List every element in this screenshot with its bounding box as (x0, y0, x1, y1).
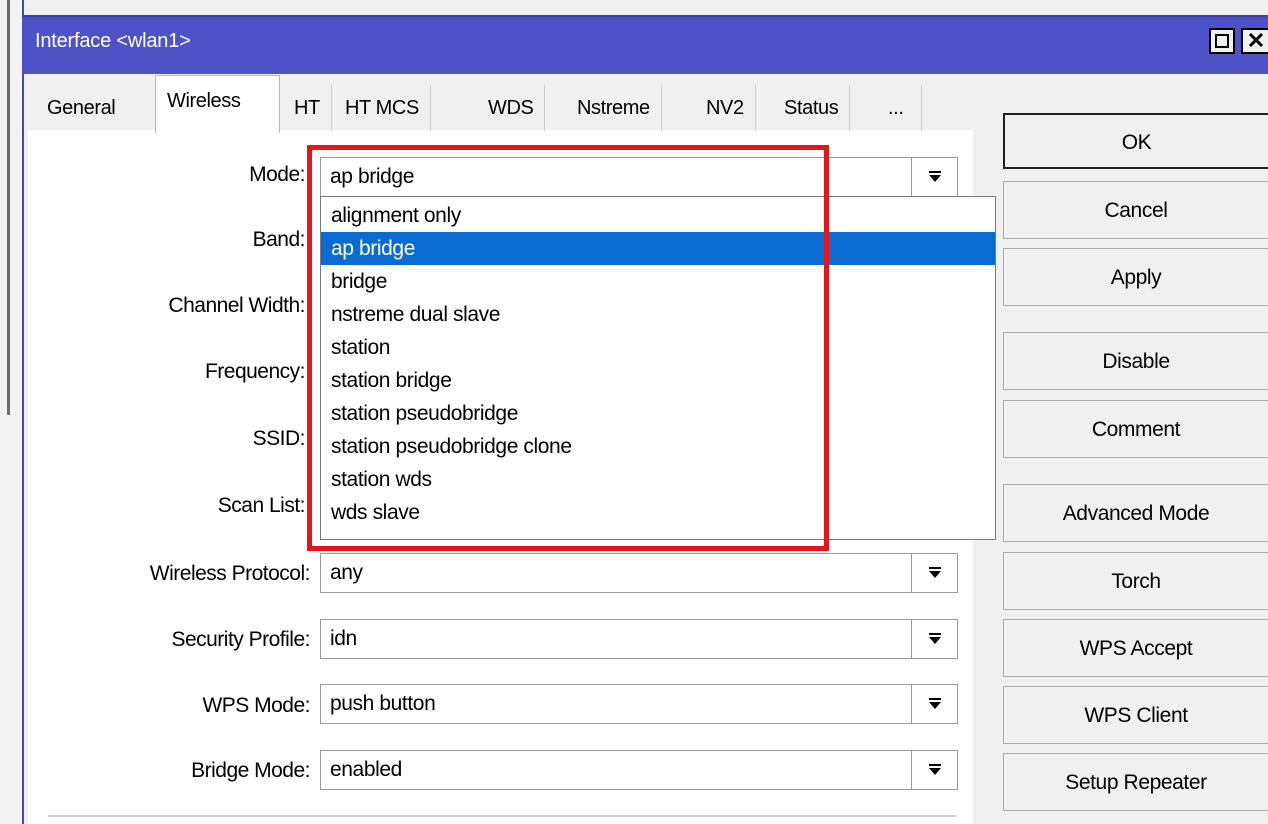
tab-nstreme[interactable]: Nstreme (566, 85, 662, 131)
tab-wireless[interactable]: Wireless (155, 75, 280, 133)
wps-client-button[interactable]: WPS Client (1003, 686, 1268, 744)
wps-mode-label: WPS Mode: (202, 694, 310, 717)
ssid-label: SSID: (252, 427, 306, 450)
torch-button[interactable]: Torch (1003, 552, 1268, 610)
mode-select[interactable]: ap bridge (320, 157, 912, 197)
comment-button[interactable]: Comment (1003, 400, 1268, 458)
tab-more[interactable]: ... (876, 85, 922, 131)
wps-mode-select[interactable]: push button (320, 684, 912, 724)
close-button[interactable] (1241, 28, 1268, 54)
window-title: Interface <wlan1> (35, 30, 191, 52)
option-alignment-only[interactable]: alignment only (321, 199, 995, 232)
cancel-button[interactable]: Cancel (1003, 181, 1268, 239)
dropdown-arrow-icon (929, 633, 941, 644)
section-divider (48, 815, 956, 817)
disable-button[interactable]: Disable (1003, 332, 1268, 390)
dropdown-arrow-icon (929, 698, 941, 709)
tab-nv2[interactable]: NV2 (695, 85, 756, 131)
tab-status[interactable]: Status (773, 85, 851, 131)
channel-width-label: Channel Width: (168, 294, 305, 317)
restore-icon (1215, 34, 1229, 48)
option-station-bridge[interactable]: station bridge (321, 364, 995, 397)
mode-label: Mode: (249, 163, 305, 186)
background-window (0, 0, 22, 824)
ok-button[interactable]: OK (1003, 113, 1268, 169)
mode-dropdown-list: alignment only ap bridge bridge nstreme … (320, 196, 996, 540)
wireless-protocol-dropdown-button[interactable] (912, 553, 958, 593)
advanced-mode-button[interactable]: Advanced Mode (1003, 484, 1268, 542)
option-nstreme-dual-slave[interactable]: nstreme dual slave (321, 298, 995, 331)
close-icon (1248, 32, 1264, 48)
title-bar[interactable] (22, 15, 1268, 74)
option-station-wds[interactable]: station wds (321, 463, 995, 496)
wireless-protocol-label: Wireless Protocol: (149, 562, 311, 585)
option-station-pseudobridge[interactable]: station pseudobridge (321, 397, 995, 430)
option-station[interactable]: station (321, 331, 995, 364)
dropdown-arrow-icon (929, 764, 941, 775)
option-ap-bridge[interactable]: ap bridge (321, 232, 995, 265)
wps-accept-button[interactable]: WPS Accept (1003, 619, 1268, 677)
dropdown-arrow-icon (929, 567, 941, 578)
option-station-pseudobridge-clone[interactable]: station pseudobridge clone (321, 430, 995, 463)
tab-general[interactable]: General (36, 85, 126, 131)
background-divider (7, 0, 10, 415)
scan-list-label: Scan List: (217, 494, 306, 517)
frequency-label: Frequency: (204, 360, 306, 383)
apply-button[interactable]: Apply (1003, 248, 1268, 306)
bridge-mode-label: Bridge Mode: (191, 759, 310, 782)
band-label: Band: (252, 228, 306, 251)
security-profile-dropdown-button[interactable] (912, 619, 958, 659)
tab-ht-mcs[interactable]: HT MCS (334, 85, 431, 131)
wireless-protocol-select[interactable]: any (320, 553, 912, 593)
dropdown-arrow-icon (929, 171, 941, 182)
setup-repeater-button[interactable]: Setup Repeater (1003, 753, 1268, 811)
mode-dropdown-button[interactable] (912, 157, 958, 197)
security-profile-label: Security Profile: (171, 628, 310, 651)
wps-mode-dropdown-button[interactable] (912, 684, 958, 724)
option-wds-slave[interactable]: wds slave (321, 496, 995, 529)
security-profile-select[interactable]: idn (320, 619, 912, 659)
bridge-mode-dropdown-button[interactable] (912, 750, 958, 790)
tab-wds[interactable]: WDS (477, 85, 546, 131)
tab-ht[interactable]: HT (283, 85, 332, 131)
bridge-mode-select[interactable]: enabled (320, 750, 912, 790)
restore-button[interactable] (1209, 28, 1235, 54)
option-bridge[interactable]: bridge (321, 265, 995, 298)
